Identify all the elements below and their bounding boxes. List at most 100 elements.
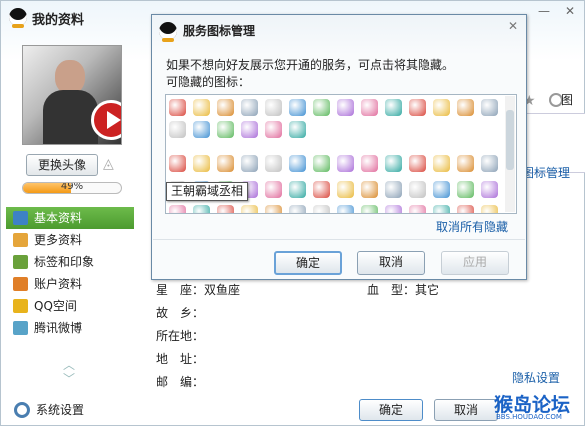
service-icon-dialog: 服务图标管理 ✕ 如果不想向好友展示您开通的服务，可点击将其隐藏。 可隐藏的图标… [151,14,527,280]
service-icon[interactable] [337,99,354,116]
service-icon[interactable] [265,99,282,116]
dialog-apply-button[interactable]: 应用 [441,251,509,275]
sidebar-item-1[interactable]: 更多资料 [6,229,134,251]
service-icon[interactable] [337,205,354,213]
minimize-button[interactable]: — [531,1,557,21]
sidebar-item-0[interactable]: 基本资料 [6,207,134,229]
service-icon[interactable] [289,121,306,138]
service-icon[interactable] [289,181,306,198]
service-icon[interactable] [193,99,210,116]
window-title: 我的资料 [32,13,85,28]
service-icon[interactable] [409,181,426,198]
service-icon[interactable] [313,205,330,213]
service-icon[interactable] [241,205,258,213]
sidebar-item-3[interactable]: 账户资料 [6,273,134,295]
close-button[interactable]: ✕ [557,1,583,21]
service-icon[interactable] [217,155,234,172]
cancel-button[interactable]: 取消 [434,399,498,421]
tag-icon [13,255,28,269]
service-icon[interactable] [337,155,354,172]
service-icon[interactable] [169,121,186,138]
service-icon[interactable] [193,205,210,213]
service-icon[interactable] [433,181,450,198]
progress-label: 49% [60,182,84,192]
service-icon[interactable] [169,99,186,116]
service-icon[interactable] [409,99,426,116]
dialog-description: 如果不想向好友展示您开通的服务，可点击将其隐藏。 [166,58,455,72]
service-icon[interactable] [481,99,498,116]
privacy-settings-link[interactable]: 隐私设置 [512,369,560,386]
service-icon[interactable] [265,181,282,198]
service-icon[interactable] [313,99,330,116]
avatar-frame-icon[interactable]: ◬ [103,156,119,172]
service-icon[interactable] [361,99,378,116]
service-icon[interactable] [313,181,330,198]
service-icon[interactable] [241,155,258,172]
sidebar-scroll-arrows[interactable]: ︿ ﹀ [61,358,77,386]
service-icon[interactable] [409,155,426,172]
sidebar-item-label: 基本资料 [34,211,83,225]
service-icon[interactable] [169,155,186,172]
ok-button[interactable]: 确定 [359,399,423,421]
service-icon[interactable] [265,205,282,213]
service-icon[interactable] [433,99,450,116]
more-info-icon [13,233,28,247]
service-icon[interactable] [217,99,234,116]
service-icon[interactable] [193,155,210,172]
change-avatar-button[interactable]: 更换头像 [26,154,98,176]
sidebar-item-label: 账户资料 [34,277,83,291]
service-icon[interactable] [481,155,498,172]
sidebar-item-4[interactable]: QQ空间 [6,295,134,317]
postcode-field: 邮 编： [156,375,205,389]
service-icon[interactable] [265,155,282,172]
service-icon[interactable] [289,205,306,213]
service-icon[interactable] [337,181,354,198]
cancel-all-hidden-link[interactable]: 取消所有隐藏 [436,218,508,235]
service-icon[interactable] [433,205,450,213]
service-icon[interactable] [457,155,474,172]
service-icon[interactable] [457,205,474,213]
service-icon[interactable] [241,121,258,138]
service-icon[interactable] [457,99,474,116]
service-icon[interactable] [217,205,234,213]
service-icon[interactable] [385,155,402,172]
service-icon[interactable] [409,205,426,213]
dialog-ok-button[interactable]: 确定 [274,251,342,275]
account-icon [13,277,28,291]
service-icon[interactable] [481,205,498,213]
service-icon[interactable] [361,155,378,172]
service-icon[interactable] [241,99,258,116]
star-sign-field: 星 座：双鱼座 [156,283,241,297]
service-icon[interactable] [385,181,402,198]
service-icon[interactable] [289,155,306,172]
weibo-icon [13,321,28,335]
system-settings-link[interactable]: 系统设置 [14,400,84,420]
service-icon[interactable] [361,181,378,198]
grid-scrollbar[interactable] [505,96,515,212]
sidebar-item-label: 更多资料 [34,233,83,247]
blood-type-field: 血 型：其它 [367,283,440,297]
service-icon[interactable] [361,205,378,213]
location-field: 所在地： [156,329,205,343]
dialog-close-button[interactable]: ✕ [502,17,524,35]
service-icon[interactable] [457,181,474,198]
service-icon[interactable] [193,121,210,138]
qq-penguin-icon [159,22,177,42]
icon-tooltip: 王朝霸域丞相 [166,182,249,201]
service-icon[interactable] [313,155,330,172]
sidebar-item-5[interactable]: 腾讯微博 [6,317,134,339]
sidebar-item-2[interactable]: 标签和印象 [6,251,134,273]
star-icon [13,299,28,313]
service-icon[interactable] [481,181,498,198]
service-icon[interactable] [217,121,234,138]
icon-manage-link[interactable]: 图标管理 [522,164,570,181]
avatar[interactable] [22,45,122,145]
service-icon[interactable] [385,99,402,116]
service-icon[interactable] [433,155,450,172]
service-icon[interactable] [289,99,306,116]
dialog-cancel-button[interactable]: 取消 [357,251,425,275]
service-icon[interactable] [169,205,186,213]
service-icon[interactable] [265,121,282,138]
service-icon[interactable] [385,205,402,213]
card-icon [13,211,28,225]
